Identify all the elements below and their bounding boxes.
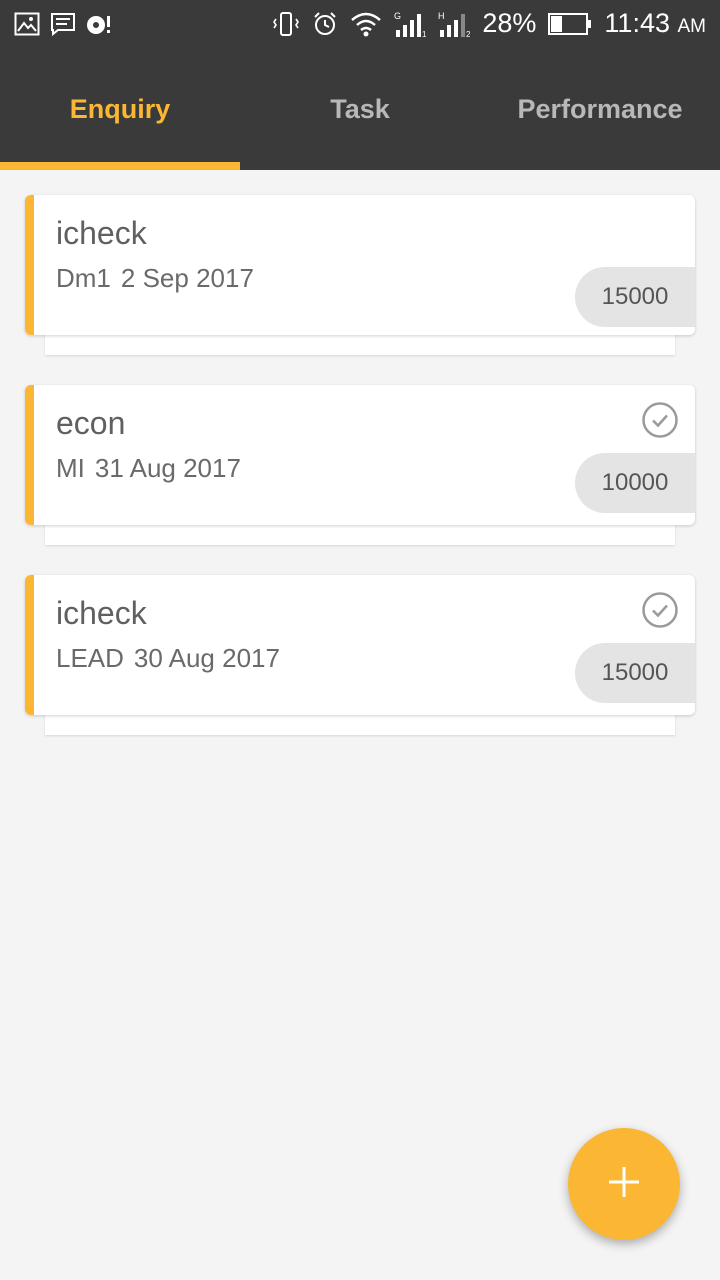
enquiry-subtitle: MI 31 Aug 2017	[56, 453, 241, 484]
vibrate-icon	[272, 11, 300, 37]
message-icon	[50, 12, 76, 36]
svg-text:H: H	[438, 11, 445, 21]
enquiry-code: LEAD	[56, 643, 124, 673]
enquiry-code: Dm1	[56, 263, 111, 293]
alarm-icon	[312, 11, 338, 37]
enquiry-card[interactable]: icheck LEAD 30 Aug 2017 15000	[25, 575, 695, 735]
enquiry-card[interactable]: econ MI 31 Aug 2017 10000	[25, 385, 695, 545]
clock: 11:43 AM	[604, 8, 706, 38]
tab-bar: Enquiry Task Performance	[0, 50, 720, 170]
enquiry-code: MI	[56, 453, 85, 483]
battery-percent: 28%	[482, 8, 537, 38]
plus-icon	[607, 1165, 641, 1204]
enquiry-date: 31 Aug 2017	[94, 453, 241, 483]
signal-h-icon: H2	[438, 10, 470, 38]
svg-text:G: G	[394, 11, 401, 21]
amount-badge: 15000	[575, 267, 695, 327]
enquiry-card[interactable]: icheck Dm1 2 Sep 2017 15000	[25, 195, 695, 355]
enquiry-card-body[interactable]: icheck Dm1 2 Sep 2017 15000	[25, 195, 695, 335]
enquiry-subtitle: LEAD 30 Aug 2017	[56, 643, 280, 674]
enquiry-card-body[interactable]: econ MI 31 Aug 2017 10000	[25, 385, 695, 525]
amount-badge: 10000	[575, 453, 695, 513]
enquiry-title: icheck	[56, 595, 147, 631]
status-bar: G1 H2 28% 11:43 AM	[0, 0, 720, 50]
enquiry-card-body[interactable]: icheck LEAD 30 Aug 2017 15000	[25, 575, 695, 715]
tab-enquiry[interactable]: Enquiry	[0, 50, 240, 170]
card-accent-bar	[25, 195, 34, 335]
add-enquiry-button[interactable]	[568, 1128, 680, 1240]
enquiry-title: econ	[56, 405, 126, 441]
card-accent-bar	[25, 385, 34, 525]
svg-text:2: 2	[466, 30, 470, 38]
amount-badge: 15000	[575, 643, 695, 703]
tab-task[interactable]: Task	[240, 50, 480, 170]
svg-text:1: 1	[422, 30, 426, 38]
check-circle-icon[interactable]	[641, 591, 679, 634]
signal-g-icon: G1	[394, 10, 426, 38]
battery-icon	[548, 12, 592, 36]
card-accent-bar	[25, 575, 34, 715]
gallery-icon	[14, 12, 40, 36]
sync-alert-icon	[86, 12, 112, 36]
tab-performance[interactable]: Performance	[480, 50, 720, 170]
check-circle-icon[interactable]	[641, 401, 679, 444]
enquiry-title: icheck	[56, 215, 147, 251]
enquiry-subtitle: Dm1 2 Sep 2017	[56, 263, 254, 294]
wifi-icon	[350, 11, 382, 37]
enquiry-date: 30 Aug 2017	[133, 643, 280, 673]
enquiry-date: 2 Sep 2017	[120, 263, 254, 293]
